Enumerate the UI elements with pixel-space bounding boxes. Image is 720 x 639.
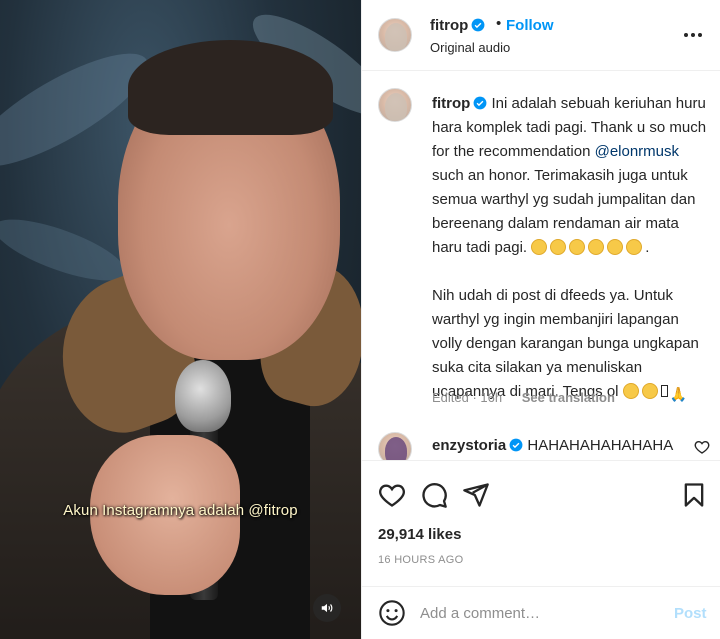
rofl-emoji-icon	[569, 239, 586, 255]
rofl-emoji-icon	[607, 239, 624, 255]
comments-section[interactable]: fitrop Ini adalah sebuah keriuhan huru h…	[362, 72, 720, 460]
caption-username[interactable]: fitrop	[432, 95, 470, 112]
comment-input[interactable]	[420, 601, 660, 625]
post-comment-button[interactable]: Post	[674, 605, 707, 622]
comment-username[interactable]: enzystoria	[432, 437, 506, 454]
avatar[interactable]	[378, 432, 412, 460]
username-text[interactable]: fitrop	[430, 17, 468, 34]
comment-icon[interactable]	[420, 481, 448, 509]
caption-text: Nih udah di post di dfeeds ya. Untuk war…	[432, 287, 704, 400]
post-timestamp: 16 HOURS AGO	[378, 554, 464, 566]
verified-badge-icon	[509, 438, 523, 452]
speaker-icon	[321, 603, 333, 613]
caption-meta: Edited · 16h See translation	[432, 390, 615, 405]
mention-link[interactable]: @elonrmusk	[595, 143, 679, 160]
more-horizontal-icon	[684, 33, 702, 37]
original-audio-link[interactable]: Original audio	[430, 40, 510, 55]
post-author[interactable]: fitrop	[430, 17, 485, 34]
mute-button[interactable]	[313, 594, 341, 622]
avatar[interactable]	[378, 18, 412, 52]
see-translation-button[interactable]: See translation	[522, 390, 615, 405]
likes-count[interactable]: 29,914 likes	[378, 526, 461, 543]
share-icon[interactable]	[462, 481, 490, 509]
rofl-emoji-icon	[531, 239, 548, 255]
rofl-emoji-icon	[550, 239, 567, 255]
rofl-emoji-icon	[641, 383, 658, 399]
emoji-picker-icon[interactable]	[378, 599, 406, 627]
microphone-head	[175, 360, 231, 432]
edited-timestamp: Edited · 16h	[432, 390, 503, 405]
missing-glyph-icon	[660, 385, 668, 397]
comment-composer: Post	[362, 586, 720, 639]
separator-dot: •	[496, 15, 502, 32]
rofl-emoji-icon	[588, 239, 605, 255]
pray-emoji-icon: 🙏	[669, 386, 688, 402]
verified-badge-icon	[471, 18, 485, 32]
post-header: fitrop • Follow Original audio	[362, 0, 720, 71]
pensive-emoji-icon	[622, 383, 639, 399]
speaker-hair	[128, 40, 333, 135]
video-player[interactable]: Akun Instagramnya adalah @fitrop	[0, 0, 361, 639]
heart-icon[interactable]	[378, 481, 406, 509]
follow-button[interactable]: Follow	[506, 17, 554, 34]
bookmark-icon[interactable]	[680, 481, 708, 509]
verified-badge-icon	[473, 96, 487, 110]
comment-item: enzystoria HAHAHAHAHAHAHA BENERAN NGGA S…	[432, 434, 694, 460]
rofl-emoji-icon	[626, 239, 643, 255]
post-caption: fitrop Ini adalah sebuah keriuhan huru h…	[432, 92, 708, 406]
more-options-button[interactable]	[680, 22, 706, 48]
avatar[interactable]	[378, 88, 412, 122]
like-comment-heart-icon[interactable]	[694, 439, 710, 455]
post-actions: 29,914 likes 16 HOURS AGO	[362, 460, 720, 574]
video-subtitle: Akun Instagramnya adalah @fitrop	[63, 502, 298, 519]
post-detail-panel: fitrop • Follow Original audio fitrop In…	[361, 0, 720, 639]
